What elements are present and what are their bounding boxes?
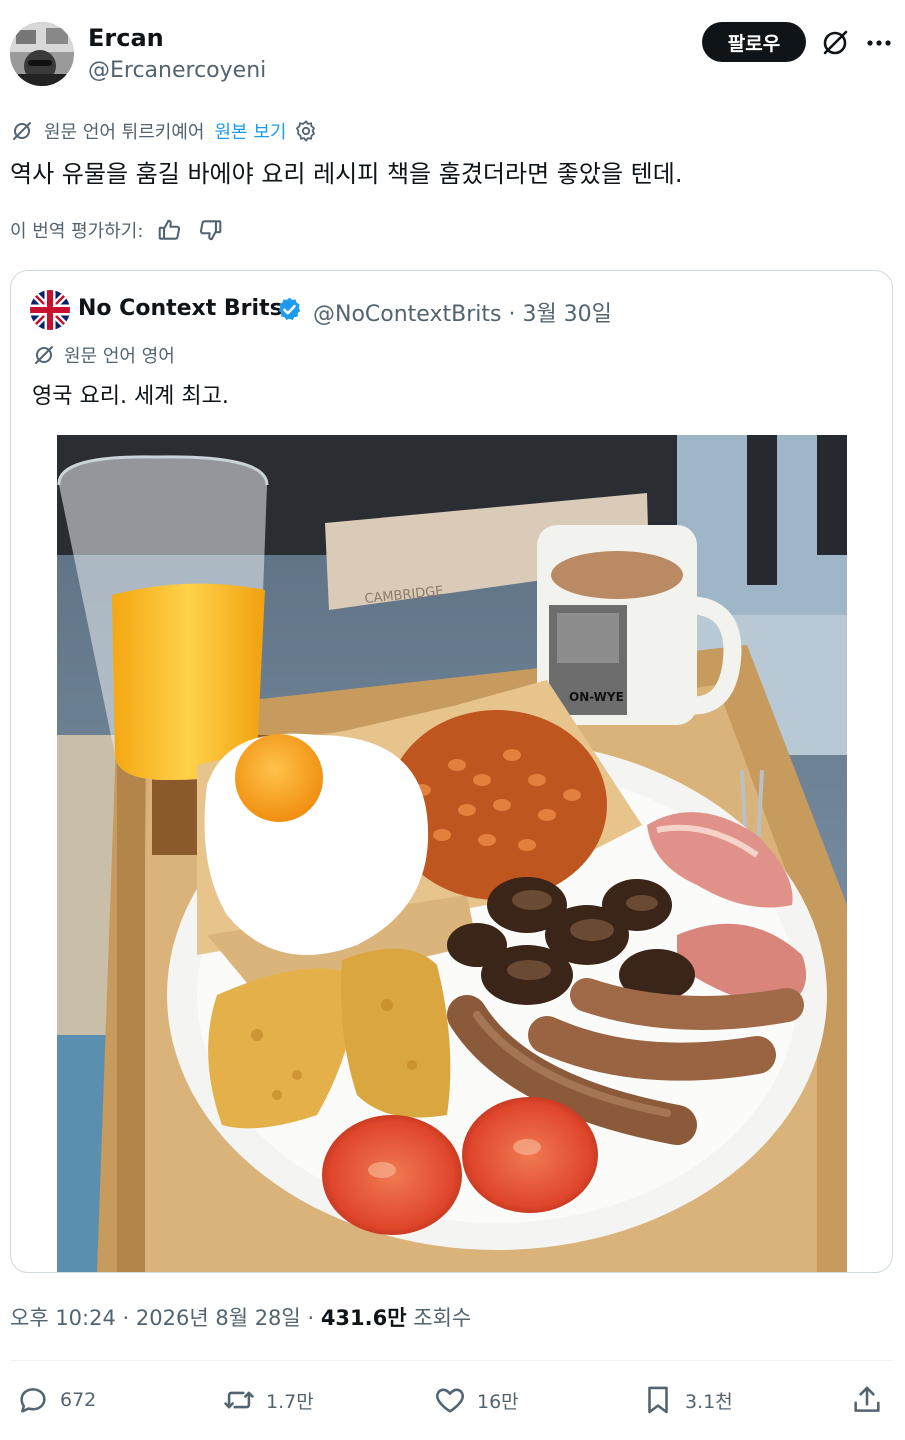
repost-icon (224, 1391, 254, 1409)
like-icon (436, 1388, 464, 1413)
author-name[interactable]: Ercan (88, 24, 164, 52)
translate-icon (13, 122, 31, 140)
rate-translation-label: 이 번역 평가하기: (10, 221, 144, 242)
quoted-date[interactable]: 3월 30일 (522, 302, 611, 327)
views-count: 431.6만 (320, 1306, 407, 1330)
reply-icon (20, 1388, 46, 1413)
reply-count: 672 (60, 1389, 97, 1411)
grok-icon[interactable] (818, 26, 852, 60)
reply-button[interactable]: 672 (16, 1380, 96, 1420)
quoted-post-text: 영국 요리. 세계 최고. (32, 384, 229, 409)
like-button[interactable]: 16만 (433, 1380, 519, 1420)
quoted-author-name[interactable]: No Context Brits (78, 296, 283, 321)
translation-source-label: 원문 언어 튀르키예어 (44, 122, 205, 143)
quoted-translation-row: 원문 언어 영어 (32, 342, 175, 368)
meta-separator: · (508, 302, 516, 327)
quoted-author-handle[interactable]: @NoContextBrits (313, 302, 501, 327)
post-time[interactable]: 오후 10:24 (10, 1306, 116, 1330)
thumbs-up-icon[interactable] (157, 217, 183, 243)
show-original-link[interactable]: 원본 보기 (214, 118, 286, 144)
follow-button[interactable]: 팔로우 (702, 22, 806, 62)
translation-row: 원문 언어 튀르키예어 원본 보기 (10, 118, 318, 144)
post-date[interactable]: 2026년 8월 28일 (136, 1306, 301, 1330)
like-count: 16만 (477, 1390, 519, 1413)
bookmark-count: 3.1천 (685, 1390, 733, 1413)
quoted-meta: @NoContextBrits · 3월 30일 (313, 296, 612, 328)
meta-separator: · (307, 1306, 315, 1330)
share-icon (854, 1386, 880, 1412)
rate-translation-row: 이 번역 평가하기: (10, 216, 223, 244)
bookmark-icon (648, 1386, 668, 1414)
author-handle[interactable]: @Ercanercoyeni (88, 58, 266, 83)
thumbs-down-icon[interactable] (197, 217, 223, 243)
translate-icon (35, 346, 53, 364)
quoted-translation-label: 원문 언어 영어 (64, 346, 175, 367)
settings-icon[interactable] (294, 119, 318, 143)
share-button[interactable] (850, 1380, 894, 1420)
repost-count: 1.7만 (266, 1390, 314, 1413)
repost-button[interactable]: 1.7만 (222, 1380, 314, 1420)
mug-label: ON-WYE (569, 690, 624, 704)
quoted-author-avatar[interactable] (30, 290, 70, 330)
author-avatar[interactable] (10, 22, 74, 86)
breakfast-photo[interactable]: CAMBRIDGE ON-WYE (57, 435, 847, 1272)
divider (10, 1360, 893, 1361)
post-timestamp: 오후 10:24 · 2026년 8월 28일 · 431.6만 조회수 (10, 1302, 471, 1332)
views-label: 조회수 (413, 1306, 472, 1330)
bookmark-button[interactable]: 3.1천 (641, 1380, 733, 1420)
verified-badge-icon (276, 296, 303, 323)
meta-separator: · (122, 1306, 130, 1330)
post-text: 역사 유물을 훔길 바에야 요리 레시피 책을 훔겼더라면 좋았을 텐데. (10, 160, 683, 188)
more-icon[interactable] (862, 26, 896, 60)
